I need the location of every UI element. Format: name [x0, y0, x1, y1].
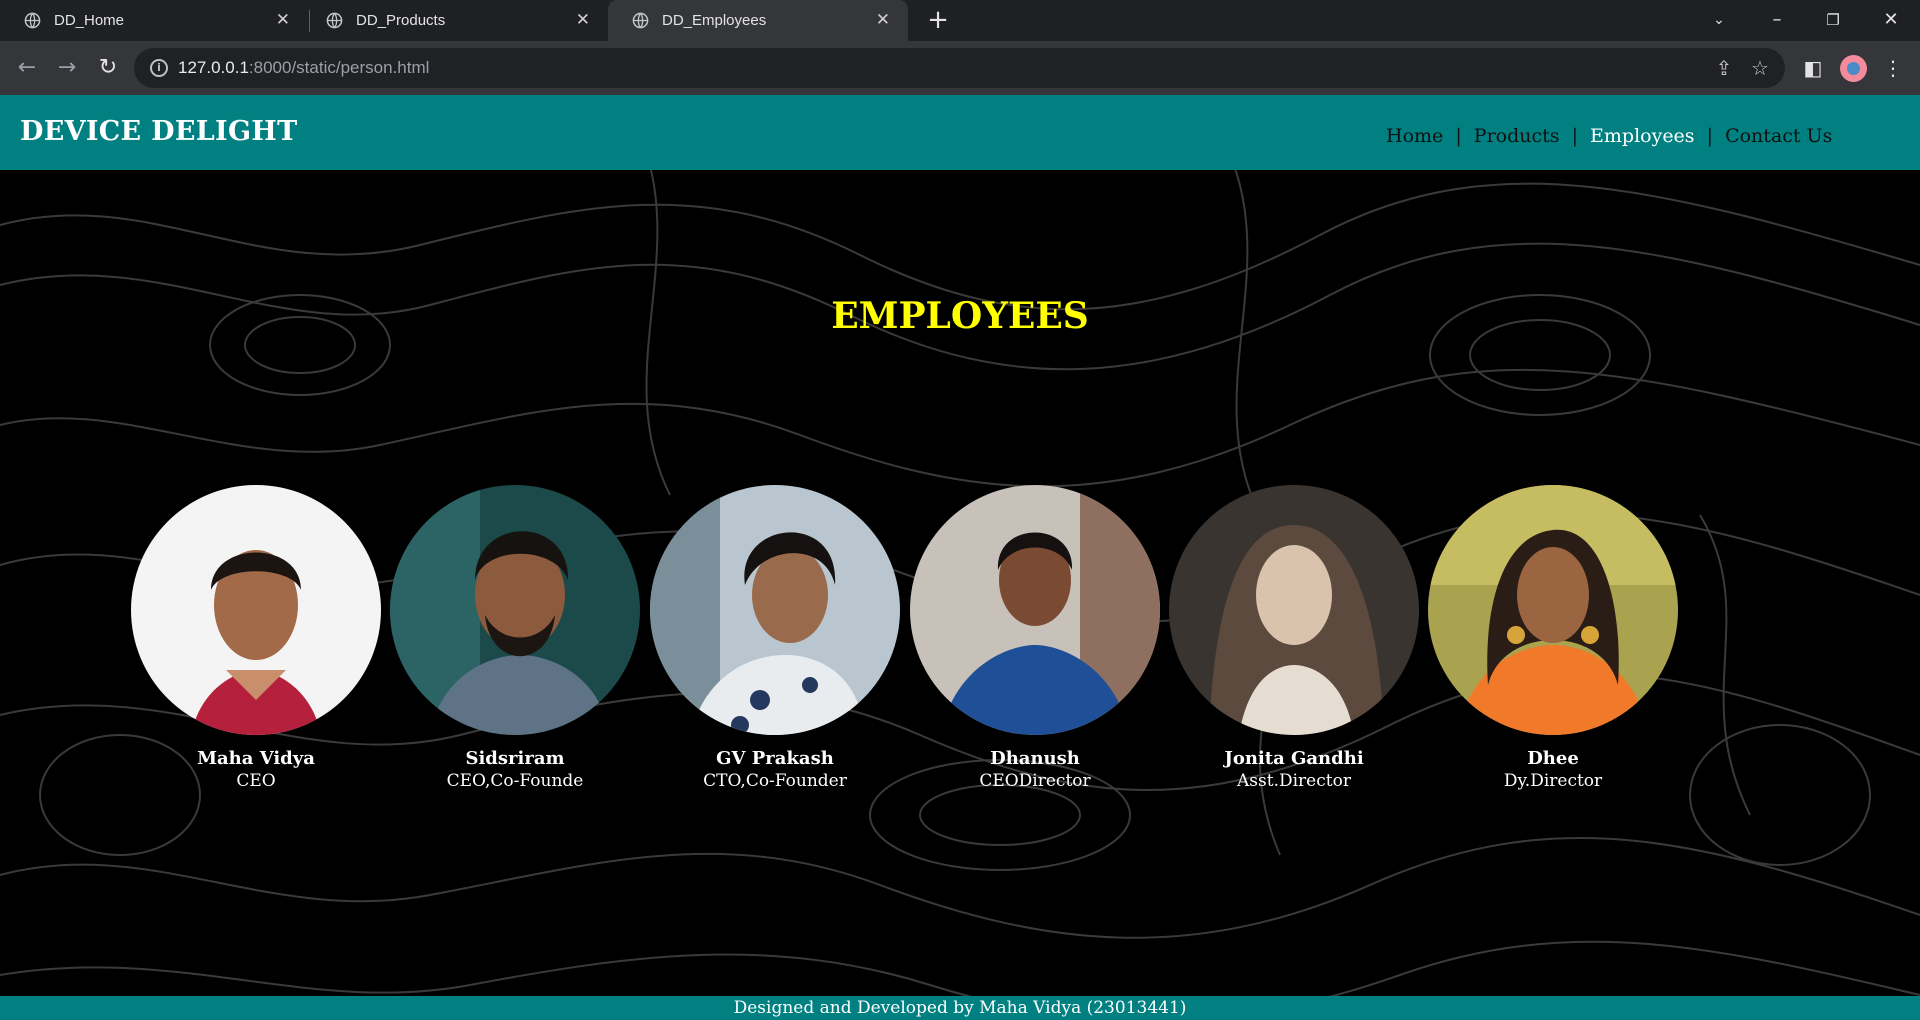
employee-name: Dhee	[1527, 748, 1579, 769]
tab-title: DD_Products	[356, 12, 446, 29]
footer-credit: Designed and Developed by Maha Vidya (23…	[733, 998, 1187, 1018]
brand-logo-text[interactable]: DEVICE DELIGHT	[20, 116, 298, 147]
tab-search-chevron-icon[interactable]: ⌄	[1704, 6, 1734, 34]
tab-title: DD_Employees	[662, 12, 767, 29]
address-bar[interactable]: i 127.0.0.1:8000/static/person.html ⇪ ☆	[134, 48, 1785, 88]
employee-role: CEO	[236, 771, 276, 791]
employee-role: Asst.Director	[1237, 771, 1351, 791]
nav-separator: |	[1706, 125, 1714, 147]
employee-card: Dhanush CEODirector	[910, 485, 1160, 793]
minimize-window-icon[interactable]: –	[1762, 6, 1792, 34]
web-page: DEVICE DELIGHT Home | Products | Employe…	[0, 95, 1920, 1020]
globe-icon	[326, 12, 343, 29]
nav-link-contact-us[interactable]: Contact Us	[1725, 125, 1832, 147]
employee-photo	[131, 485, 381, 735]
employee-name: Sidsriram	[465, 748, 565, 769]
tab-title: DD_Home	[54, 12, 125, 29]
reload-icon[interactable]: ↻	[93, 53, 123, 83]
employee-photo	[910, 485, 1160, 735]
url-host: 127.0.0.1	[178, 58, 249, 77]
nav-link-home[interactable]: Home	[1386, 125, 1443, 147]
url-path: :8000/static/person.html	[248, 58, 430, 77]
site-nav: Home | Products | Employees | Contact Us	[1386, 125, 1832, 147]
side-panel-icon[interactable]: ◧	[1800, 55, 1826, 81]
page-title: EMPLOYEES	[831, 295, 1089, 337]
employee-role: CEODirector	[979, 771, 1091, 791]
nav-separator: |	[1571, 125, 1578, 147]
tab-dd-products[interactable]: DD_Products ✕	[302, 0, 608, 41]
share-icon[interactable]: ⇪	[1712, 56, 1736, 80]
employee-name: Dhanush	[990, 748, 1080, 769]
close-tab-icon[interactable]: ✕	[876, 10, 890, 30]
employee-photo	[390, 485, 640, 735]
nav-link-products[interactable]: Products	[1474, 125, 1560, 147]
globe-icon	[24, 12, 41, 29]
restore-window-icon[interactable]: ❐	[1818, 6, 1848, 34]
new-tab-button[interactable]: +	[924, 7, 952, 35]
nav-link-employees[interactable]: Employees	[1590, 125, 1695, 147]
close-tab-icon[interactable]: ✕	[576, 10, 590, 30]
employee-photo	[650, 485, 900, 735]
employee-role: CTO,Co-Founder	[703, 771, 847, 791]
employee-card: Sidsriram CEO,Co-Founde	[390, 485, 640, 793]
employee-card: Maha Vidya CEO	[131, 485, 381, 793]
back-arrow-icon[interactable]: ←	[12, 53, 42, 83]
more-menu-icon[interactable]: ⋮	[1880, 55, 1906, 81]
page-heading-wrap: EMPLOYEES	[0, 295, 1920, 337]
globe-icon	[632, 12, 649, 29]
employee-role: Dy.Director	[1503, 771, 1603, 791]
close-window-icon[interactable]: ✕	[1876, 6, 1906, 34]
employee-name: Maha Vidya	[197, 748, 315, 769]
employee-name: Jonita Gandhi	[1224, 748, 1364, 769]
nav-separator: |	[1455, 125, 1462, 147]
employee-name: GV Prakash	[716, 748, 834, 769]
employee-role: CEO,Co-Founde	[446, 771, 584, 791]
tab-dd-home[interactable]: DD_Home ✕	[0, 0, 308, 41]
site-header: DEVICE DELIGHT Home | Products | Employe…	[0, 95, 1920, 170]
url-text[interactable]: 127.0.0.1:8000/static/person.html	[178, 58, 429, 78]
browser-toolbar: ← → ↻ i 127.0.0.1:8000/static/person.htm…	[0, 41, 1920, 95]
bookmark-star-icon[interactable]: ☆	[1748, 56, 1772, 80]
profile-avatar[interactable]	[1840, 55, 1867, 82]
close-tab-icon[interactable]: ✕	[276, 10, 290, 30]
forward-arrow-icon[interactable]: →	[52, 53, 82, 83]
browser-tab-strip: DD_Home ✕ DD_Products ✕ DD_Employees ✕ +…	[0, 0, 1920, 41]
employee-card: Dhee Dy.Director	[1428, 485, 1678, 793]
employee-photo	[1428, 485, 1678, 735]
employee-photo	[1169, 485, 1419, 735]
employee-card: Jonita Gandhi Asst.Director	[1169, 485, 1419, 793]
employee-card: GV Prakash CTO,Co-Founder	[650, 485, 900, 793]
site-info-icon[interactable]: i	[150, 59, 168, 77]
site-footer: Designed and Developed by Maha Vidya (23…	[0, 996, 1920, 1020]
tab-dd-employees[interactable]: DD_Employees ✕	[608, 0, 908, 41]
